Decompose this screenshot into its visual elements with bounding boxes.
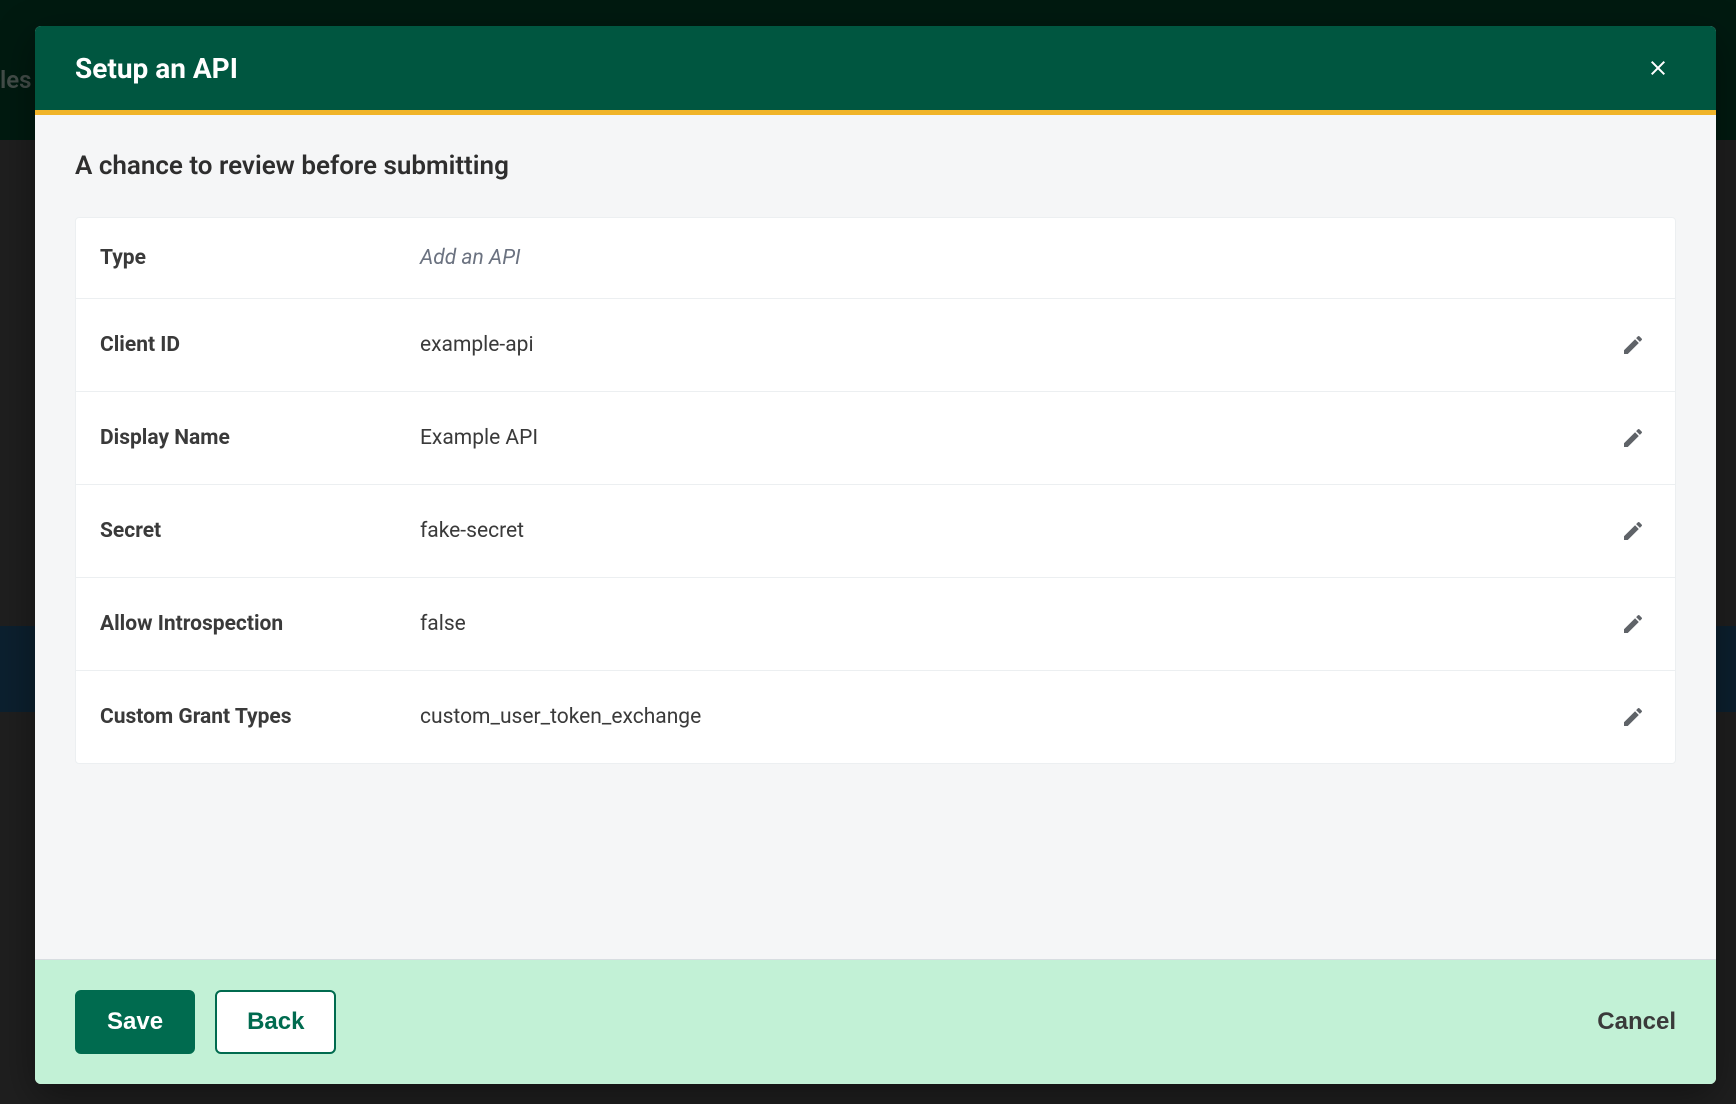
review-row: Display NameExample API [76, 392, 1675, 485]
edit-button[interactable] [1615, 606, 1651, 642]
review-row: Custom Grant Typescustom_user_token_exch… [76, 671, 1675, 763]
review-card: TypeAdd an APIClient IDexample-apiDispla… [75, 217, 1676, 764]
close-button[interactable] [1640, 50, 1676, 86]
save-button[interactable]: Save [75, 990, 195, 1054]
review-row-value: example-api [420, 333, 1615, 357]
modal-body: A chance to review before submitting Typ… [35, 115, 1716, 959]
review-subtitle: A chance to review before submitting [75, 151, 1676, 181]
review-row-label: Secret [100, 519, 420, 543]
review-row: TypeAdd an API [76, 218, 1675, 299]
pencil-icon [1621, 705, 1645, 729]
review-row-label: Custom Grant Types [100, 705, 420, 729]
pencil-icon [1621, 426, 1645, 450]
back-button[interactable]: Back [215, 990, 336, 1054]
review-row-value: custom_user_token_exchange [420, 705, 1615, 729]
edit-button[interactable] [1615, 513, 1651, 549]
review-row: Client IDexample-api [76, 299, 1675, 392]
review-row-value: Add an API [420, 246, 1651, 270]
modal-footer: Save Back Cancel [35, 959, 1716, 1084]
review-row-value: false [420, 612, 1615, 636]
modal-title: Setup an API [75, 52, 238, 85]
modal-header: Setup an API [35, 26, 1716, 115]
cancel-button[interactable]: Cancel [1597, 998, 1676, 1046]
review-row-label: Type [100, 246, 420, 270]
review-row-label: Client ID [100, 333, 420, 357]
review-row-label: Display Name [100, 426, 420, 450]
edit-button[interactable] [1615, 699, 1651, 735]
edit-button[interactable] [1615, 420, 1651, 456]
review-row-value: Example API [420, 426, 1615, 450]
review-row-value: fake-secret [420, 519, 1615, 543]
review-row: Allow Introspectionfalse [76, 578, 1675, 671]
modal-dialog: Setup an API A chance to review before s… [35, 26, 1716, 1084]
close-icon [1646, 56, 1670, 80]
review-row-label: Allow Introspection [100, 612, 420, 636]
pencil-icon [1621, 612, 1645, 636]
review-row: Secretfake-secret [76, 485, 1675, 578]
pencil-icon [1621, 333, 1645, 357]
pencil-icon [1621, 519, 1645, 543]
edit-button[interactable] [1615, 327, 1651, 363]
